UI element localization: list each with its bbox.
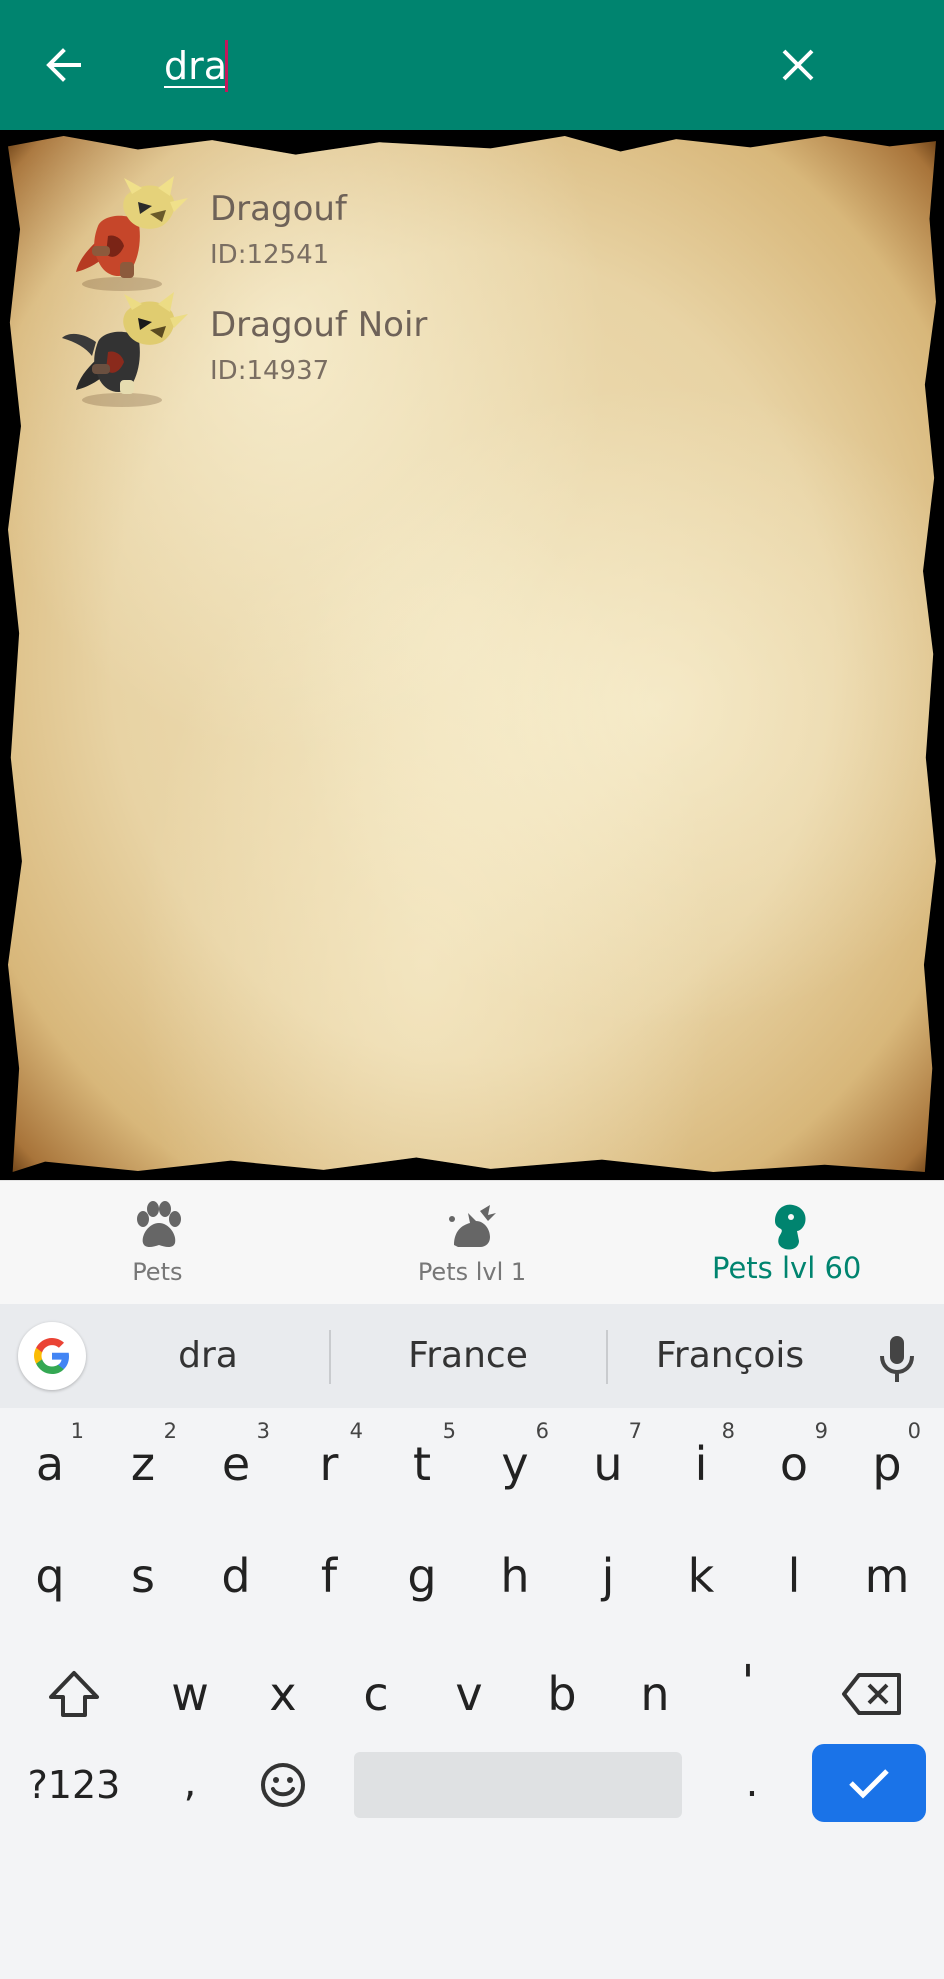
- suggestion-divider: [606, 1330, 608, 1384]
- key-hint: 9: [814, 1419, 828, 1443]
- pet-name: Dragouf Noir: [210, 305, 428, 345]
- emoji-icon: [261, 1763, 305, 1807]
- key-q[interactable]: q: [10, 1526, 90, 1626]
- symbols-key[interactable]: ?123: [14, 1748, 134, 1822]
- key-hint: 5: [442, 1419, 456, 1443]
- soft-keyboard: dra France François a1 z2 e3 r4 t5 y6 u7…: [0, 1304, 944, 1979]
- key-a[interactable]: a1: [10, 1414, 90, 1514]
- checkmark-icon: [849, 1769, 889, 1799]
- tab-pets-lvl-1[interactable]: Pets lvl 1: [315, 1181, 630, 1304]
- key-area: a1 z2 e3 r4 t5 y6 u7 i8 o9 p0 q s d f g …: [0, 1408, 944, 1979]
- key-n[interactable]: n: [615, 1644, 695, 1744]
- key-y[interactable]: y6: [475, 1414, 555, 1514]
- enter-key[interactable]: [812, 1744, 926, 1822]
- tab-label: Pets: [132, 1258, 183, 1286]
- google-icon[interactable]: [18, 1322, 86, 1390]
- shift-key[interactable]: [22, 1644, 126, 1744]
- key-c[interactable]: c: [336, 1644, 416, 1744]
- key-r[interactable]: r4: [289, 1414, 369, 1514]
- paw-icon: [137, 1201, 182, 1247]
- key-f[interactable]: f: [289, 1526, 369, 1626]
- key-e[interactable]: e3: [196, 1414, 276, 1514]
- search-toolbar: dra: [0, 0, 944, 130]
- back-button[interactable]: [38, 37, 88, 93]
- suggestion-item[interactable]: François: [628, 1326, 832, 1386]
- tab-label: Pets lvl 60: [711, 1251, 862, 1285]
- key-label: i: [694, 1437, 708, 1491]
- black-dragon-pet-icon: [62, 292, 188, 407]
- key-hint: 8: [721, 1419, 735, 1443]
- backspace-icon: [842, 1673, 901, 1715]
- key-i[interactable]: i8: [661, 1414, 741, 1514]
- suggestion-item[interactable]: France: [352, 1326, 584, 1386]
- key-label: u: [593, 1437, 623, 1491]
- suggestion-item[interactable]: dra: [110, 1326, 306, 1386]
- key-d[interactable]: d: [196, 1526, 276, 1626]
- search-input[interactable]: dra: [164, 38, 227, 94]
- key-l[interactable]: l: [754, 1526, 834, 1626]
- key-t[interactable]: t5: [382, 1414, 462, 1514]
- key-comma[interactable]: ,: [160, 1738, 220, 1828]
- list-item[interactable]: Dragouf Noir ID:14937: [0, 286, 944, 426]
- key-apostrophe[interactable]: ': [708, 1632, 788, 1732]
- key-label: t: [412, 1437, 432, 1491]
- clear-search-button[interactable]: [772, 37, 824, 93]
- bottom-navigation: Pets Pets lvl 1 Pets lvl 60: [0, 1180, 944, 1304]
- pet-id: ID:12541: [210, 240, 330, 270]
- key-u[interactable]: u7: [568, 1414, 648, 1514]
- suggestion-bar: dra France François: [0, 1304, 944, 1408]
- key-label: p: [872, 1437, 902, 1491]
- key-hint: 6: [535, 1419, 549, 1443]
- key-hint: 3: [256, 1419, 270, 1443]
- key-k[interactable]: k: [661, 1526, 741, 1626]
- tab-label: Pets lvl 1: [417, 1258, 527, 1286]
- backspace-key[interactable]: [820, 1644, 924, 1744]
- key-v[interactable]: v: [429, 1644, 509, 1744]
- emoji-key[interactable]: [248, 1748, 318, 1822]
- key-label: y: [501, 1437, 529, 1491]
- arrow-back-icon: [46, 48, 81, 82]
- key-label: e: [221, 1437, 251, 1491]
- space-key[interactable]: [354, 1752, 682, 1818]
- pet-name: Dragouf: [210, 189, 347, 229]
- shift-icon: [49, 1671, 99, 1717]
- key-period[interactable]: .: [722, 1738, 782, 1828]
- close-icon: [782, 49, 814, 81]
- key-hint: 0: [907, 1419, 921, 1443]
- tab-pets-lvl-60[interactable]: Pets lvl 60: [629, 1181, 944, 1304]
- key-hint: 7: [628, 1419, 642, 1443]
- key-b[interactable]: b: [522, 1644, 602, 1744]
- key-g[interactable]: g: [382, 1526, 462, 1626]
- key-hint: 2: [163, 1419, 177, 1443]
- key-hint: 4: [349, 1419, 363, 1443]
- red-dragon-pet-icon: [76, 176, 188, 291]
- key-s[interactable]: s: [103, 1526, 183, 1626]
- key-label: z: [130, 1437, 156, 1491]
- key-j[interactable]: j: [568, 1526, 648, 1626]
- key-z[interactable]: z2: [103, 1414, 183, 1514]
- results-panel: Dragouf ID:12541 Dragouf Noir ID:14937: [0, 130, 944, 1180]
- microphone-icon[interactable]: [872, 1332, 922, 1384]
- text-cursor: [225, 40, 228, 92]
- key-hint: 1: [70, 1419, 84, 1443]
- key-h[interactable]: h: [475, 1526, 555, 1626]
- tab-pets[interactable]: Pets: [0, 1181, 315, 1304]
- key-label: r: [319, 1437, 339, 1491]
- key-m[interactable]: m: [847, 1526, 927, 1626]
- key-w[interactable]: w: [150, 1644, 230, 1744]
- key-o[interactable]: o9: [754, 1414, 834, 1514]
- key-label: o: [779, 1437, 809, 1491]
- suggestion-divider: [329, 1330, 331, 1384]
- key-label: a: [35, 1437, 65, 1491]
- key-p[interactable]: p0: [847, 1414, 927, 1514]
- key-x[interactable]: x: [243, 1644, 323, 1744]
- google-g-icon: [34, 1338, 69, 1374]
- pet-id: ID:14937: [210, 356, 330, 386]
- adult-pet-icon: [774, 1204, 806, 1250]
- baby-pet-icon: [449, 1205, 496, 1247]
